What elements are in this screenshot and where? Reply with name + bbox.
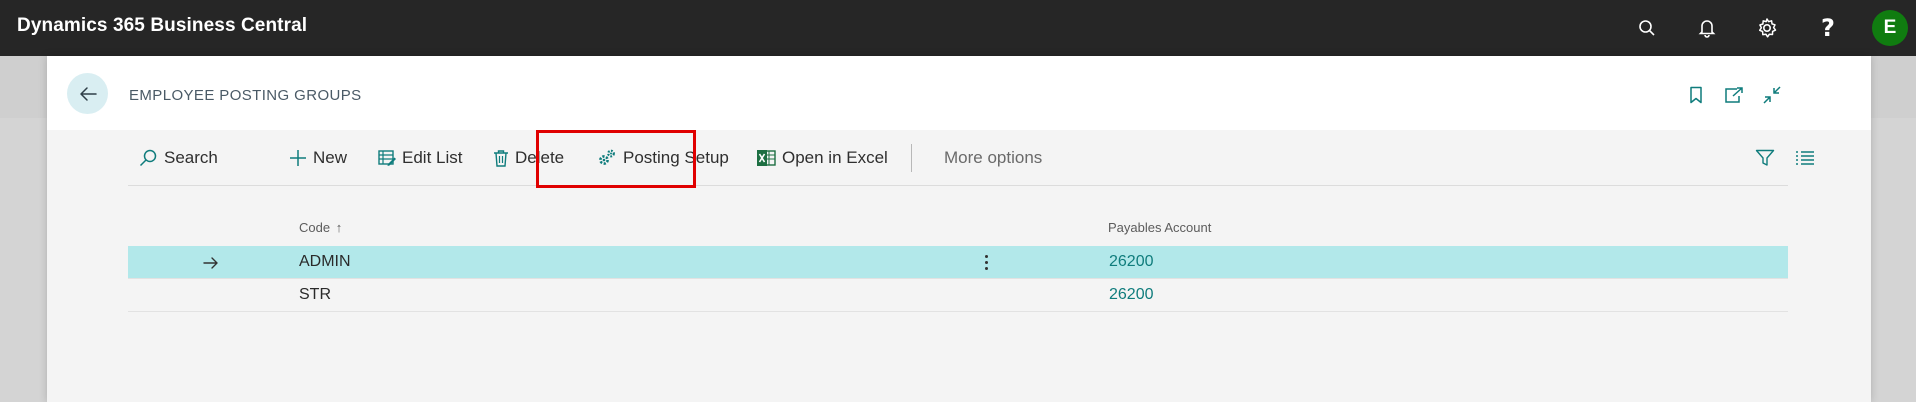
search-action[interactable]: Search: [138, 130, 218, 186]
edit-list-action-label: Edit List: [402, 148, 463, 167]
cell-code[interactable]: ADMIN: [299, 253, 351, 271]
table-row[interactable]: ADMIN 26200: [128, 246, 1788, 279]
new-action[interactable]: New: [289, 130, 347, 186]
search-action-label: Search: [164, 148, 218, 167]
cell-code[interactable]: STR: [299, 286, 331, 304]
edit-list-icon: [378, 150, 396, 166]
more-options-action[interactable]: More options: [944, 130, 1042, 186]
table-row[interactable]: STR 26200: [128, 279, 1788, 312]
cell-payables-account[interactable]: 26200: [1109, 253, 1154, 271]
delete-action[interactable]: Delete: [493, 130, 564, 186]
app-bar: Dynamics 365 Business Central ? E: [0, 0, 1916, 56]
app-title[interactable]: Dynamics 365 Business Central: [17, 15, 307, 37]
sort-ascending-icon: ↑: [335, 220, 343, 235]
help-icon[interactable]: ?: [1814, 14, 1842, 42]
search-icon: [139, 149, 157, 167]
trash-icon: [494, 150, 508, 167]
more-options-action-label: More options: [944, 148, 1043, 167]
collapse-icon[interactable]: [1761, 84, 1783, 106]
cell-payables-account[interactable]: 26200: [1109, 286, 1154, 304]
column-header-code-label: Code: [299, 220, 331, 235]
filter-action[interactable]: [1755, 130, 1775, 186]
row-actions-ellipsis-icon[interactable]: [979, 249, 993, 275]
filter-icon: [1755, 149, 1775, 166]
share-icon[interactable]: [1723, 84, 1745, 106]
back-button[interactable]: [67, 73, 108, 114]
posting-setup-action[interactable]: Posting Setup: [597, 130, 729, 186]
excel-icon: [757, 150, 776, 166]
arrow-left-icon: [79, 86, 97, 101]
page-title: EMPLOYEE POSTING GROUPS: [129, 87, 362, 104]
action-bar: Search New Edit List Delete Posting Setu…: [128, 130, 1814, 186]
list-view-action[interactable]: [1795, 130, 1815, 186]
row-indicator-arrow-icon: [203, 257, 218, 269]
action-separator: [911, 144, 912, 172]
search-icon[interactable]: [1633, 14, 1661, 42]
column-header-payables-account[interactable]: Payables Account: [1108, 220, 1211, 235]
gears-icon: [599, 149, 615, 165]
avatar[interactable]: E: [1872, 10, 1908, 46]
list-view-icon: [1796, 151, 1814, 165]
posting-setup-action-label: Posting Setup: [623, 148, 729, 167]
column-header-code[interactable]: Code ↑: [299, 220, 342, 235]
page-header: EMPLOYEE POSTING GROUPS: [47, 56, 1871, 130]
edit-list-action[interactable]: Edit List: [378, 130, 462, 186]
bookmark-icon[interactable]: [1685, 84, 1707, 106]
new-action-label: New: [313, 148, 348, 167]
open-in-excel-action[interactable]: Open in Excel: [756, 130, 888, 186]
delete-action-label: Delete: [515, 148, 565, 167]
bell-icon[interactable]: [1693, 14, 1721, 42]
plus-icon: [290, 150, 306, 166]
gear-icon[interactable]: [1753, 14, 1781, 42]
open-in-excel-action-label: Open in Excel: [782, 148, 888, 167]
page-panel: EMPLOYEE POSTING GROUPS Search New Edit …: [47, 56, 1871, 402]
